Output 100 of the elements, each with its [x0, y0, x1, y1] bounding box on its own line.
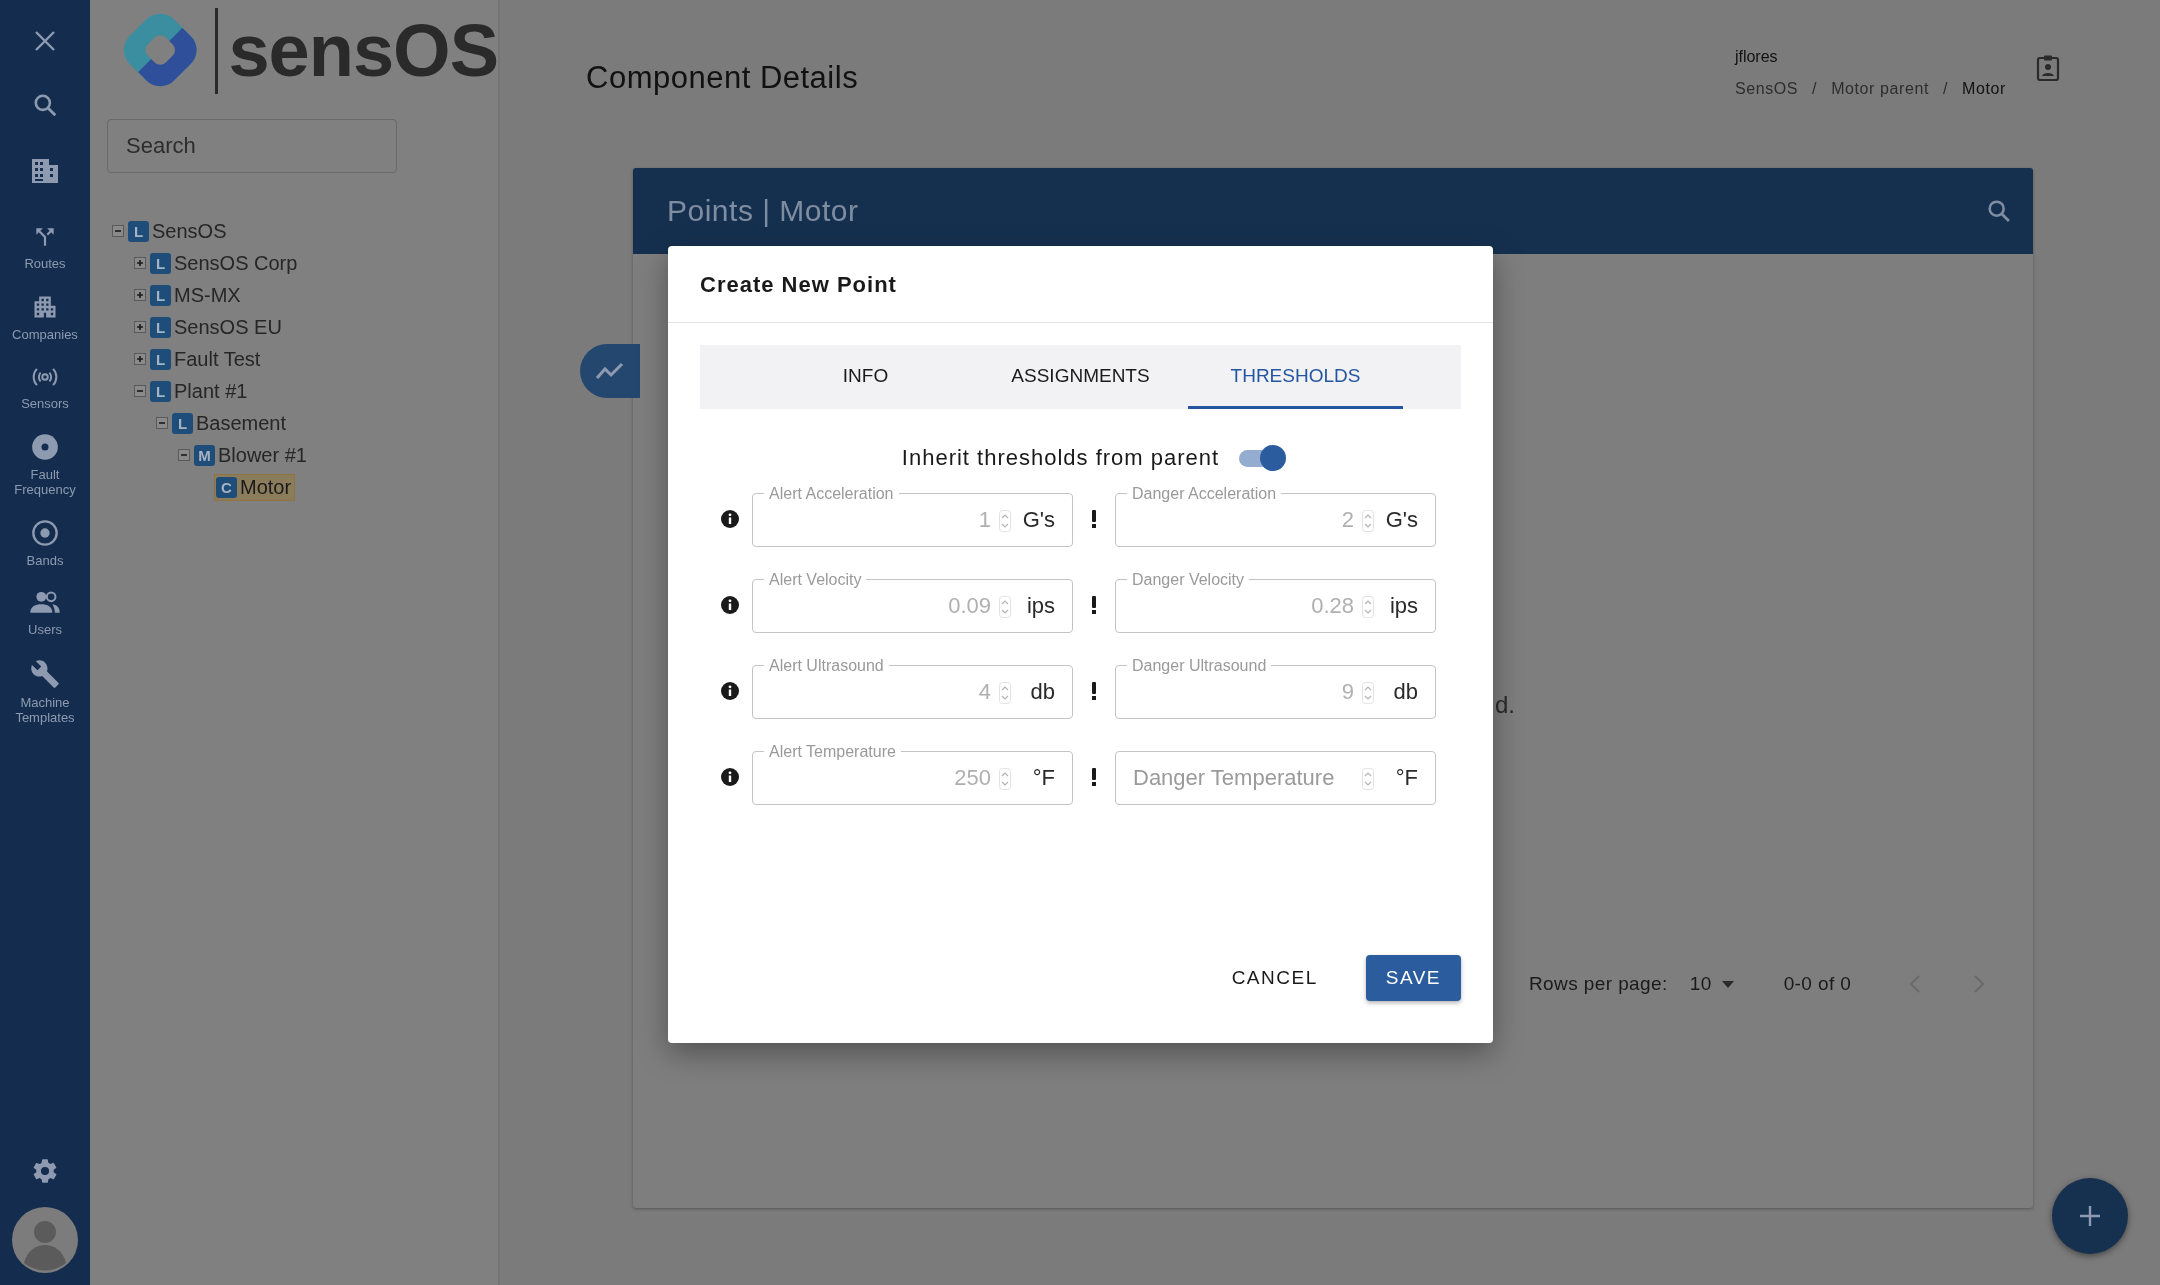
info-icon[interactable]	[720, 595, 740, 615]
expand-icon[interactable]	[134, 353, 146, 365]
user-name: jflores	[1734, 48, 1779, 66]
node-type-badge: L	[150, 348, 171, 370]
info-icon[interactable]	[720, 681, 740, 701]
expand-icon[interactable]	[134, 321, 146, 333]
tree-item[interactable]: L SensOS Corp	[149, 250, 301, 276]
nav-label[interactable]: Machine Templates	[3, 695, 87, 725]
node-type-badge: M	[194, 444, 215, 466]
field-value: 0.28	[1311, 593, 1354, 619]
info-icon[interactable]	[720, 509, 740, 529]
breadcrumb-separator: /	[1943, 80, 1949, 98]
exclamation-icon	[1091, 595, 1097, 615]
unit-label: ips	[1026, 593, 1055, 619]
badge-icon[interactable]	[2036, 54, 2060, 82]
exclamation-icon	[1091, 681, 1097, 701]
tree-item[interactable]: L Plant #1	[149, 378, 251, 404]
unit-label: db	[1393, 679, 1418, 705]
tab[interactable]: INFO	[758, 345, 973, 409]
rows-per-page-label: Rows per page:	[1529, 973, 1668, 995]
threshold-field[interactable]: Danger Temperature °F	[1115, 743, 1436, 805]
field-value: 9	[1341, 679, 1354, 705]
collapse-icon[interactable]	[178, 449, 190, 461]
unit-label: G's	[1022, 507, 1055, 533]
field-value: 0.09	[948, 593, 991, 619]
expand-icon[interactable]	[134, 289, 146, 301]
nav-label[interactable]: Routes	[3, 256, 87, 271]
threshold-field[interactable]: Danger Velocity 0.28 ips	[1115, 571, 1436, 633]
rows-per-page-select[interactable]: 10	[1689, 973, 1734, 995]
avatar-icon[interactable]	[12, 1207, 78, 1273]
node-type-badge: L	[150, 284, 171, 306]
nav-label[interactable]: Bands	[3, 553, 87, 568]
threshold-field[interactable]: Alert Temperature 250 °F	[752, 743, 1073, 805]
threshold-field[interactable]: Alert Acceleration 1 G's	[752, 485, 1073, 547]
threshold-field[interactable]: Alert Velocity 0.09 ips	[752, 571, 1073, 633]
settings-icon[interactable]	[31, 1157, 59, 1185]
field-placeholder: Danger Temperature	[1133, 765, 1335, 791]
collapse-icon[interactable]	[156, 417, 168, 429]
threshold-field[interactable]: Danger Ultrasound 9 db	[1115, 657, 1436, 719]
target-icon	[31, 433, 59, 461]
nav-label[interactable]: Sensors	[3, 396, 87, 411]
unit-label: ips	[1389, 593, 1418, 619]
nav-label[interactable]: Users	[3, 622, 87, 637]
breadcrumb[interactable]: SensOS	[1734, 80, 1799, 98]
save-button[interactable]: SAVE	[1365, 955, 1461, 1001]
threshold-field[interactable]: Danger Acceleration 2 G's	[1115, 485, 1436, 547]
page-range: 0-0 of 0	[1783, 973, 1852, 995]
unit-label: °F	[1395, 765, 1418, 791]
search-field[interactable]: Search	[107, 119, 397, 173]
unit-label: °F	[1032, 765, 1055, 791]
expand-icon[interactable]	[134, 257, 146, 269]
tree-item[interactable]: L SensOS EU	[149, 314, 285, 340]
nav-label[interactable]: Companies	[3, 327, 87, 342]
field-label: Alert Temperature	[764, 743, 901, 761]
tab[interactable]: ASSIGNMENTS	[973, 345, 1188, 409]
breadcrumb[interactable]: Motor parent	[1831, 80, 1930, 98]
add-button[interactable]	[2052, 1178, 2128, 1254]
tree-item[interactable]: M Blower #1	[193, 442, 310, 468]
toggle-label: Inherit thresholds from parent	[901, 445, 1220, 471]
users-icon	[29, 590, 61, 616]
node-type-badge: C	[216, 476, 237, 498]
field-label: Danger Velocity	[1127, 571, 1250, 589]
unit-label: G's	[1385, 507, 1418, 533]
info-icon[interactable]	[720, 767, 740, 787]
building-icon[interactable]	[31, 158, 59, 184]
tree-item[interactable]: C Motor	[215, 474, 295, 500]
breadcrumb: Motor	[1962, 80, 2006, 98]
empty-message: d.	[1495, 691, 1515, 719]
tab[interactable]: THRESHOLDS	[1188, 345, 1403, 409]
cancel-button[interactable]: CANCEL	[1211, 955, 1338, 1001]
node-type-badge: L	[128, 220, 149, 242]
field-value: 2	[1341, 507, 1354, 533]
node-type-badge: L	[172, 412, 193, 434]
nav-label[interactable]: Fault Frequency	[3, 467, 87, 497]
tree-item[interactable]: L SensOS	[127, 218, 230, 244]
tree-item[interactable]: L Basement	[171, 410, 290, 436]
node-type-badge: L	[150, 252, 171, 274]
tree-item[interactable]: L MS-MX	[149, 282, 244, 308]
unit-label: db	[1030, 679, 1055, 705]
field-label: Alert Velocity	[764, 571, 867, 589]
wrench-icon	[30, 659, 60, 689]
node-type-badge: L	[150, 380, 171, 402]
collapse-icon[interactable]	[112, 225, 124, 237]
field-value: 250	[954, 765, 991, 791]
logo-text: sensOS	[228, 14, 498, 88]
collapse-icon[interactable]	[134, 385, 146, 397]
dialog-title: Create New Point	[668, 246, 1493, 323]
breadcrumb-separator: /	[1812, 80, 1818, 98]
plus-icon	[2079, 1205, 2101, 1227]
threshold-field[interactable]: Alert Ultrasound 4 db	[752, 657, 1073, 719]
dropdown-icon	[1721, 980, 1734, 988]
field-value: 4	[978, 679, 991, 705]
tree-item[interactable]: L Fault Test	[149, 346, 264, 372]
target-icon	[31, 519, 59, 547]
close-icon[interactable]	[34, 30, 56, 52]
field-label: Danger Ultrasound	[1127, 657, 1272, 675]
chart-tab[interactable]	[580, 344, 640, 398]
node-type-badge: L	[150, 316, 171, 338]
search-icon[interactable]	[32, 92, 58, 118]
trend-icon	[595, 361, 625, 381]
